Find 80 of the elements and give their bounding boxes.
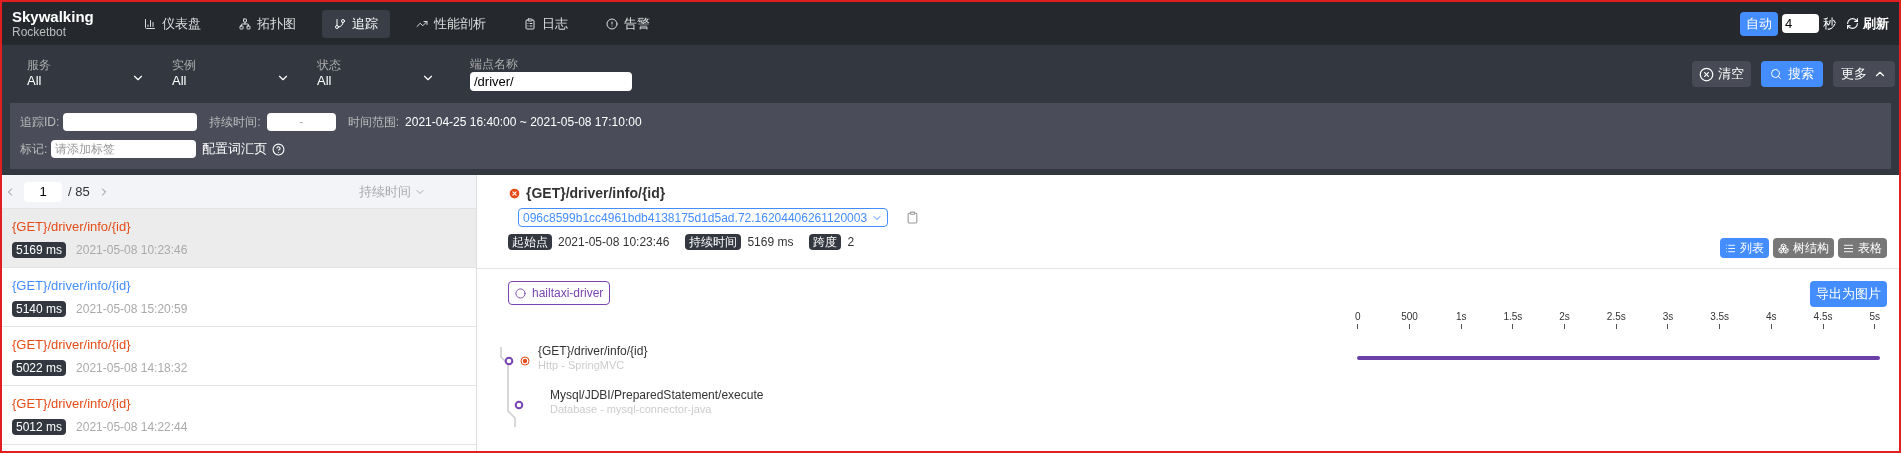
meta-label: 持续时间 [685,234,742,250]
axis-tick-label: 3.5s [1710,310,1730,324]
logo-title: Skywalking [12,9,94,24]
nav-tab[interactable]: 拓扑图 [226,9,308,38]
time-range-value: 2021-04-25 16:40:00 ~ 2021-05-08 17:10:00 [405,114,642,132]
trace-title: {GET}/driver/info/{id} [12,335,132,354]
refresh-icon[interactable] [1846,17,1859,30]
filter-select[interactable]: 状态 All [317,58,435,90]
trace-time: 2021-05-08 14:22:44 [76,419,188,437]
circle-icon [515,287,526,299]
vocabulary-link[interactable]: 配置词汇页 [202,139,268,159]
nav-tab[interactable]: 仪表盘 [131,9,213,38]
axis-tick-label: 4.5s [1813,310,1833,324]
duration-badge: 5140 ms [12,301,67,318]
duration-badge: 5022 ms [12,360,67,377]
trace-title: {GET}/driver/info/{id} [12,276,132,295]
trace-time: 2021-05-08 10:23:46 [76,242,188,260]
clear-button[interactable]: 清空 [1692,61,1751,87]
clear-icon [1699,66,1714,82]
meta-label: 跨度 [809,234,842,250]
clipboard-icon [523,17,536,30]
meta-label: 起始点 [508,234,552,250]
duration-badge: 5169 ms [12,242,67,259]
branch-icon [333,17,346,30]
trace-time: 2021-05-08 15:20:59 [76,301,188,319]
filter-select[interactable]: 实例 All [172,58,290,90]
copy-icon[interactable] [906,211,920,224]
axis-tick-label: 2.5s [1606,310,1626,324]
trace-item[interactable]: {GET}/driver/info/{id} 5169 ms 2021-05-08 10:23:46 [2,209,476,268]
help-icon[interactable] [272,142,286,156]
trace-id-field[interactable] [63,113,198,132]
node-dot-icon [504,356,514,366]
nav-tab[interactable]: 追踪 [321,9,390,38]
time-range-label: 时间范围: [347,114,400,132]
duration-label: 持续时间: [209,114,261,132]
axis-tick-label: 1.5s [1503,310,1523,324]
view-tab[interactable]: 表格 [1838,238,1887,258]
logo-subtitle: Rocketbot [12,26,68,38]
span-name: Mysql/JDBI/PreparedStatement/execute [550,387,764,403]
trace-id-label: 追踪ID: [20,114,60,132]
interval-unit: 秒 [1823,14,1836,33]
axis-tick-label: 1s [1455,310,1467,324]
axis-tick-label: 3s [1662,310,1674,324]
node-dot-icon [514,400,524,410]
endpoint-field[interactable]: /driver/ [470,72,632,91]
boxes-icon [1778,242,1789,254]
meta-value: 2021-05-08 10:23:46 [558,234,670,251]
network-icon [238,17,251,30]
page-total: / 85 [68,182,90,201]
trace-title: {GET}/driver/info/{id} [12,217,132,236]
axis-tick-label: 5s [1869,310,1880,324]
endpoint-label: 端点名称 [470,57,519,72]
more-button[interactable]: 更多 [1833,61,1895,87]
refresh-button[interactable]: 刷新 [1863,13,1889,34]
span-name: {GET}/driver/info/{id} [538,343,648,359]
tag-label: 标记: [20,141,48,158]
search-icon [1770,68,1782,80]
nav-tab[interactable]: 性能剖析 [403,9,498,38]
lines-icon [1843,242,1854,254]
trace-title: {GET}/driver/info/{id} [12,394,132,413]
view-tab[interactable]: 树结构 [1773,238,1834,258]
nav-tab[interactable]: 告警 [593,9,662,38]
list-icon [1725,242,1736,254]
service-tag[interactable]: hailtaxi-driver [508,281,611,305]
page-field[interactable]: 1 [24,181,62,202]
trace-time: 2021-05-08 14:18:32 [76,360,188,378]
nav-tab[interactable]: 日志 [511,9,580,38]
axis-tick-label: 2s [1559,310,1570,324]
axis-tick-label: 0 [1355,310,1361,324]
trace-heading: {GET}/driver/info/{id} [526,184,666,203]
tag-field[interactable]: 请添加标签 [51,140,197,158]
meta-value: 5169 ms [747,234,794,251]
axis-tick-label: 500 [1401,310,1418,324]
chart-icon [143,17,156,30]
axis-tick-label: 4s [1766,310,1777,324]
alert-icon [605,17,618,30]
interval-field[interactable]: 4 [1782,14,1819,33]
duration-badge: 5012 ms [12,419,67,436]
meta-value: 2 [847,234,855,251]
filter-select[interactable]: 服务 All [27,58,145,90]
